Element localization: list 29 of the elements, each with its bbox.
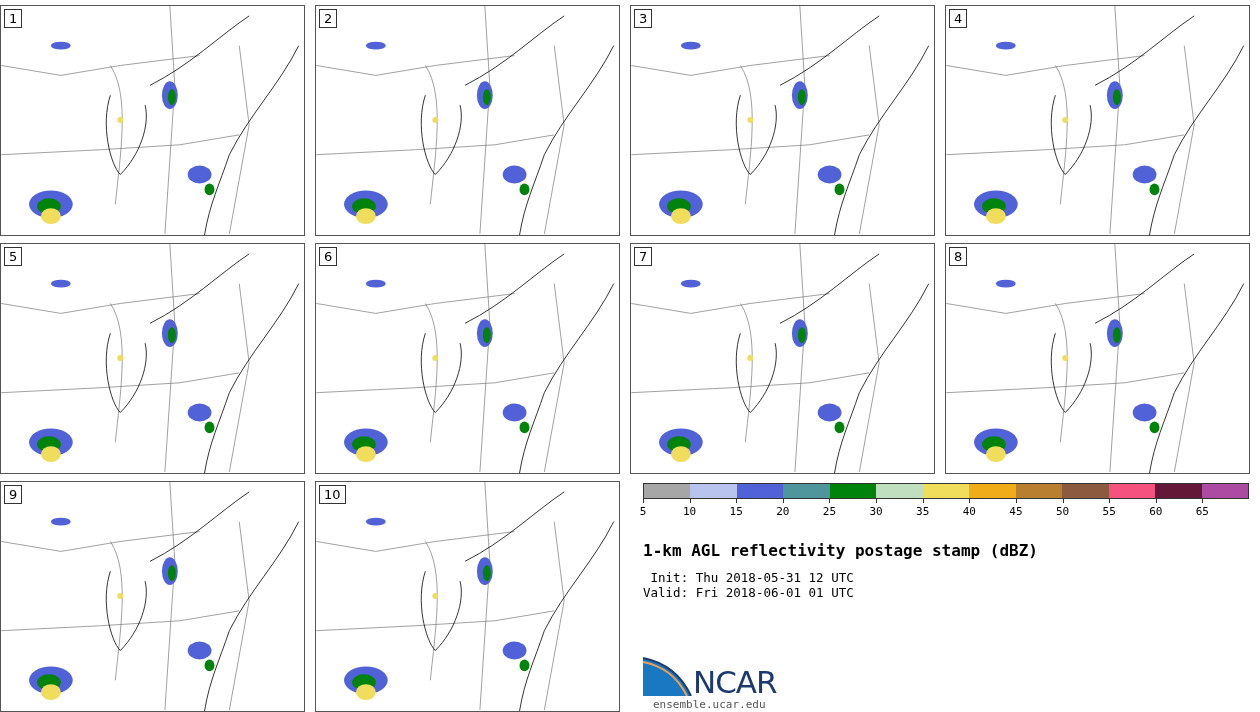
tick-label: 15	[729, 505, 743, 518]
tick-label: 10	[683, 505, 697, 518]
valid-time: Valid: Fri 2018-06-01 01 UTC	[643, 585, 855, 600]
tick-label: 50	[1055, 505, 1070, 518]
logo-wordmark: NCAR	[693, 668, 777, 696]
tick-label: 25	[822, 505, 837, 518]
tick-label: 20	[776, 505, 790, 518]
tick-label: 45	[1009, 505, 1023, 518]
chart-title: 1-km AGL reflectivity postage stamp (dBZ)	[643, 541, 1039, 560]
panel-number: 9	[4, 485, 23, 504]
tick-label: 55	[1102, 505, 1116, 518]
panel-number: 5	[4, 247, 23, 266]
panel-number: 1	[4, 9, 23, 28]
tick-label: 30	[869, 505, 883, 518]
panel-number: 6	[319, 247, 338, 266]
tick-label: 65	[1195, 505, 1209, 518]
panel-number: 3	[634, 9, 653, 28]
tick-label: 40	[962, 505, 976, 518]
tick-label: 5	[639, 505, 647, 518]
website-url: ensemble.ucar.edu	[653, 698, 767, 711]
swoosh-logo-icon	[643, 656, 693, 696]
tick-label: 35	[916, 505, 930, 518]
panel-number: 10	[319, 485, 346, 504]
init-time: Init: Thu 2018-05-31 12 UTC	[649, 570, 855, 585]
panel-number: 2	[319, 9, 338, 28]
panel-number: 7	[634, 247, 653, 266]
tick-label: 60	[1149, 505, 1163, 518]
panel-number: 4	[949, 9, 968, 28]
panel-number: 8	[949, 247, 968, 266]
